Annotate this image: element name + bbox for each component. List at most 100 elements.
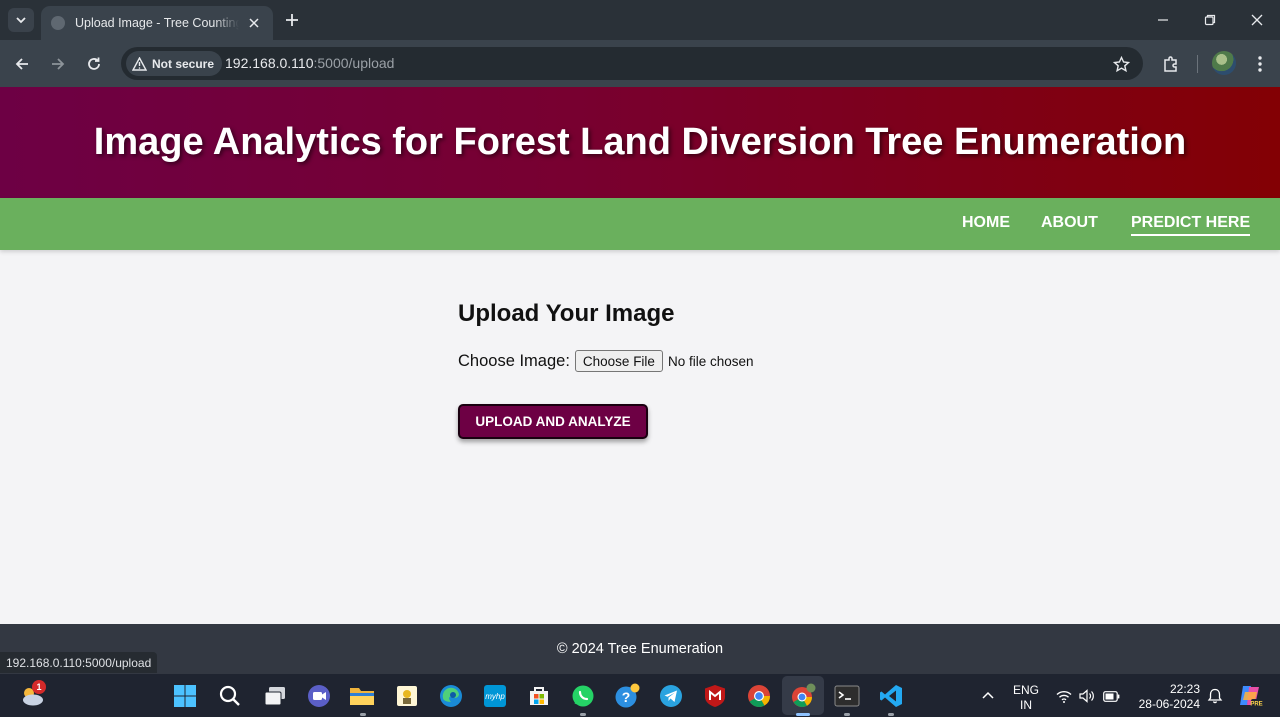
nav-home-link[interactable]: HOME [962,214,1010,232]
file-input-row: Choose Image: Choose File No file chosen [458,350,754,372]
browser-tabstrip: Upload Image - Tree Counting System [0,0,1280,40]
taskbar-whatsapp[interactable] [570,683,596,709]
volume-status[interactable] [1078,687,1096,705]
language-indicator[interactable]: ENG IN [1011,683,1041,713]
wifi-icon [1056,690,1072,703]
chrome-icon [748,685,770,707]
site-footer: © 2024 Tree Enumeration [0,624,1280,674]
language-code: ENG [1012,683,1039,697]
taskbar-help[interactable]: ? [614,683,640,709]
back-button[interactable] [10,52,34,76]
chevron-down-icon [16,17,26,24]
banner-title: Image Analytics for Forest Land Diversio… [93,121,1187,163]
close-window-button[interactable] [1233,0,1280,40]
taskbar-telegram[interactable] [658,683,684,709]
taskbar-app[interactable] [394,683,420,709]
arrow-left-icon [15,58,28,70]
new-tab-button[interactable] [281,9,303,31]
copilot-icon: PRE [1240,686,1263,708]
system-clock[interactable]: 22:23 28-06-2024 [1134,682,1200,712]
url-host: 192.168.0.110 [225,55,314,71]
close-icon [249,18,259,28]
whatsapp-icon [572,685,594,707]
tab-search-button[interactable] [8,8,34,32]
browser-toolbar: Not secure 192.168.0.110:5000/upload [0,40,1280,87]
puzzle-icon [1164,56,1177,72]
taskbar-chrome[interactable] [746,683,772,709]
taskbar-chrome-profile[interactable] [790,683,816,709]
reload-button[interactable] [82,52,106,76]
bell-icon [1207,688,1223,704]
active-indicator [796,713,810,716]
mcafee-icon [705,685,725,707]
restore-button[interactable] [1186,0,1233,40]
upload-heading: Upload Your Image [458,300,675,327]
reload-icon [88,57,100,70]
security-chip[interactable]: Not secure [126,51,223,76]
extensions-button[interactable] [1159,52,1183,76]
tray-overflow-button[interactable] [979,687,997,705]
help-icon: ? [615,683,640,708]
minimize-button[interactable] [1139,0,1186,40]
choose-file-button[interactable]: Choose File [574,350,663,372]
taskbar-teams[interactable] [306,683,332,709]
clock-time: 22:23 [1169,682,1200,696]
battery-status[interactable] [1102,687,1120,705]
wifi-status[interactable] [1055,687,1073,705]
kebab-menu-icon [1258,56,1262,72]
task-view-icon [264,687,285,706]
running-indicator [888,713,894,716]
nav-predict-link[interactable]: PREDICT HERE [1131,214,1251,236]
link-status-bubble: 192.168.0.110:5000/upload [0,652,158,673]
choose-image-label: Choose Image: [458,351,570,370]
running-indicator [844,713,850,716]
site-navbar: HOME ABOUT PREDICT HERE [0,198,1280,250]
url-text[interactable]: 192.168.0.110:5000/upload [225,55,394,71]
chrome-profile-icon [792,683,816,707]
file-status-text: No file chosen [667,353,754,369]
region-code: IN [1020,698,1032,712]
taskbar-myhp[interactable]: myhp [482,683,508,709]
footer-copyright: © 2024 Tree Enumeration [556,641,724,657]
copilot-button[interactable]: PRE [1237,683,1263,709]
terminal-icon [834,685,860,707]
battery-icon [1102,690,1119,702]
address-bar[interactable]: Not secure 192.168.0.110:5000/upload [121,47,1143,80]
minimize-icon [1157,19,1168,21]
forward-button[interactable] [46,52,70,76]
file-explorer-icon [350,688,374,705]
running-indicator [360,713,366,716]
taskbar-search[interactable] [217,683,243,709]
teams-icon [308,685,330,707]
url-path: :5000/upload [313,55,395,71]
bookmark-button[interactable] [1111,54,1131,74]
clock-date: 28-06-2024 [1138,697,1200,711]
profile-avatar[interactable] [1212,51,1236,75]
taskbar-mcafee[interactable] [702,683,728,709]
plus-icon [286,14,298,26]
menu-button[interactable] [1248,52,1272,76]
upload-analyze-button[interactable]: UPLOAD AND ANALYZE [458,404,648,439]
store-icon [530,687,548,705]
speaker-icon [1078,689,1094,703]
search-icon [219,685,240,706]
taskbar-edge[interactable] [438,683,464,709]
taskbar-store[interactable] [526,683,552,709]
windows-taskbar: 1 myhp ? ENG IN 22:23 28-06-2024 PRE [0,674,1280,717]
nav-about-link[interactable]: ABOUT [1041,214,1098,232]
restore-icon [1204,14,1215,26]
myhp-icon: myhp [484,685,506,707]
taskbar-file-explorer[interactable] [349,683,375,709]
taskbar-vscode[interactable] [878,683,904,709]
start-button[interactable] [172,683,198,709]
running-indicator [580,713,586,716]
close-tab-button[interactable] [245,14,263,32]
window-controls [1139,0,1280,40]
weather-badge: 1 [32,680,46,694]
browser-tab-active[interactable]: Upload Image - Tree Counting System [41,6,273,40]
security-label: Not secure [152,56,215,71]
taskbar-terminal[interactable] [834,683,860,709]
arrow-right-icon [52,58,65,70]
notifications-button[interactable] [1206,687,1224,705]
task-view-button[interactable] [262,683,288,709]
